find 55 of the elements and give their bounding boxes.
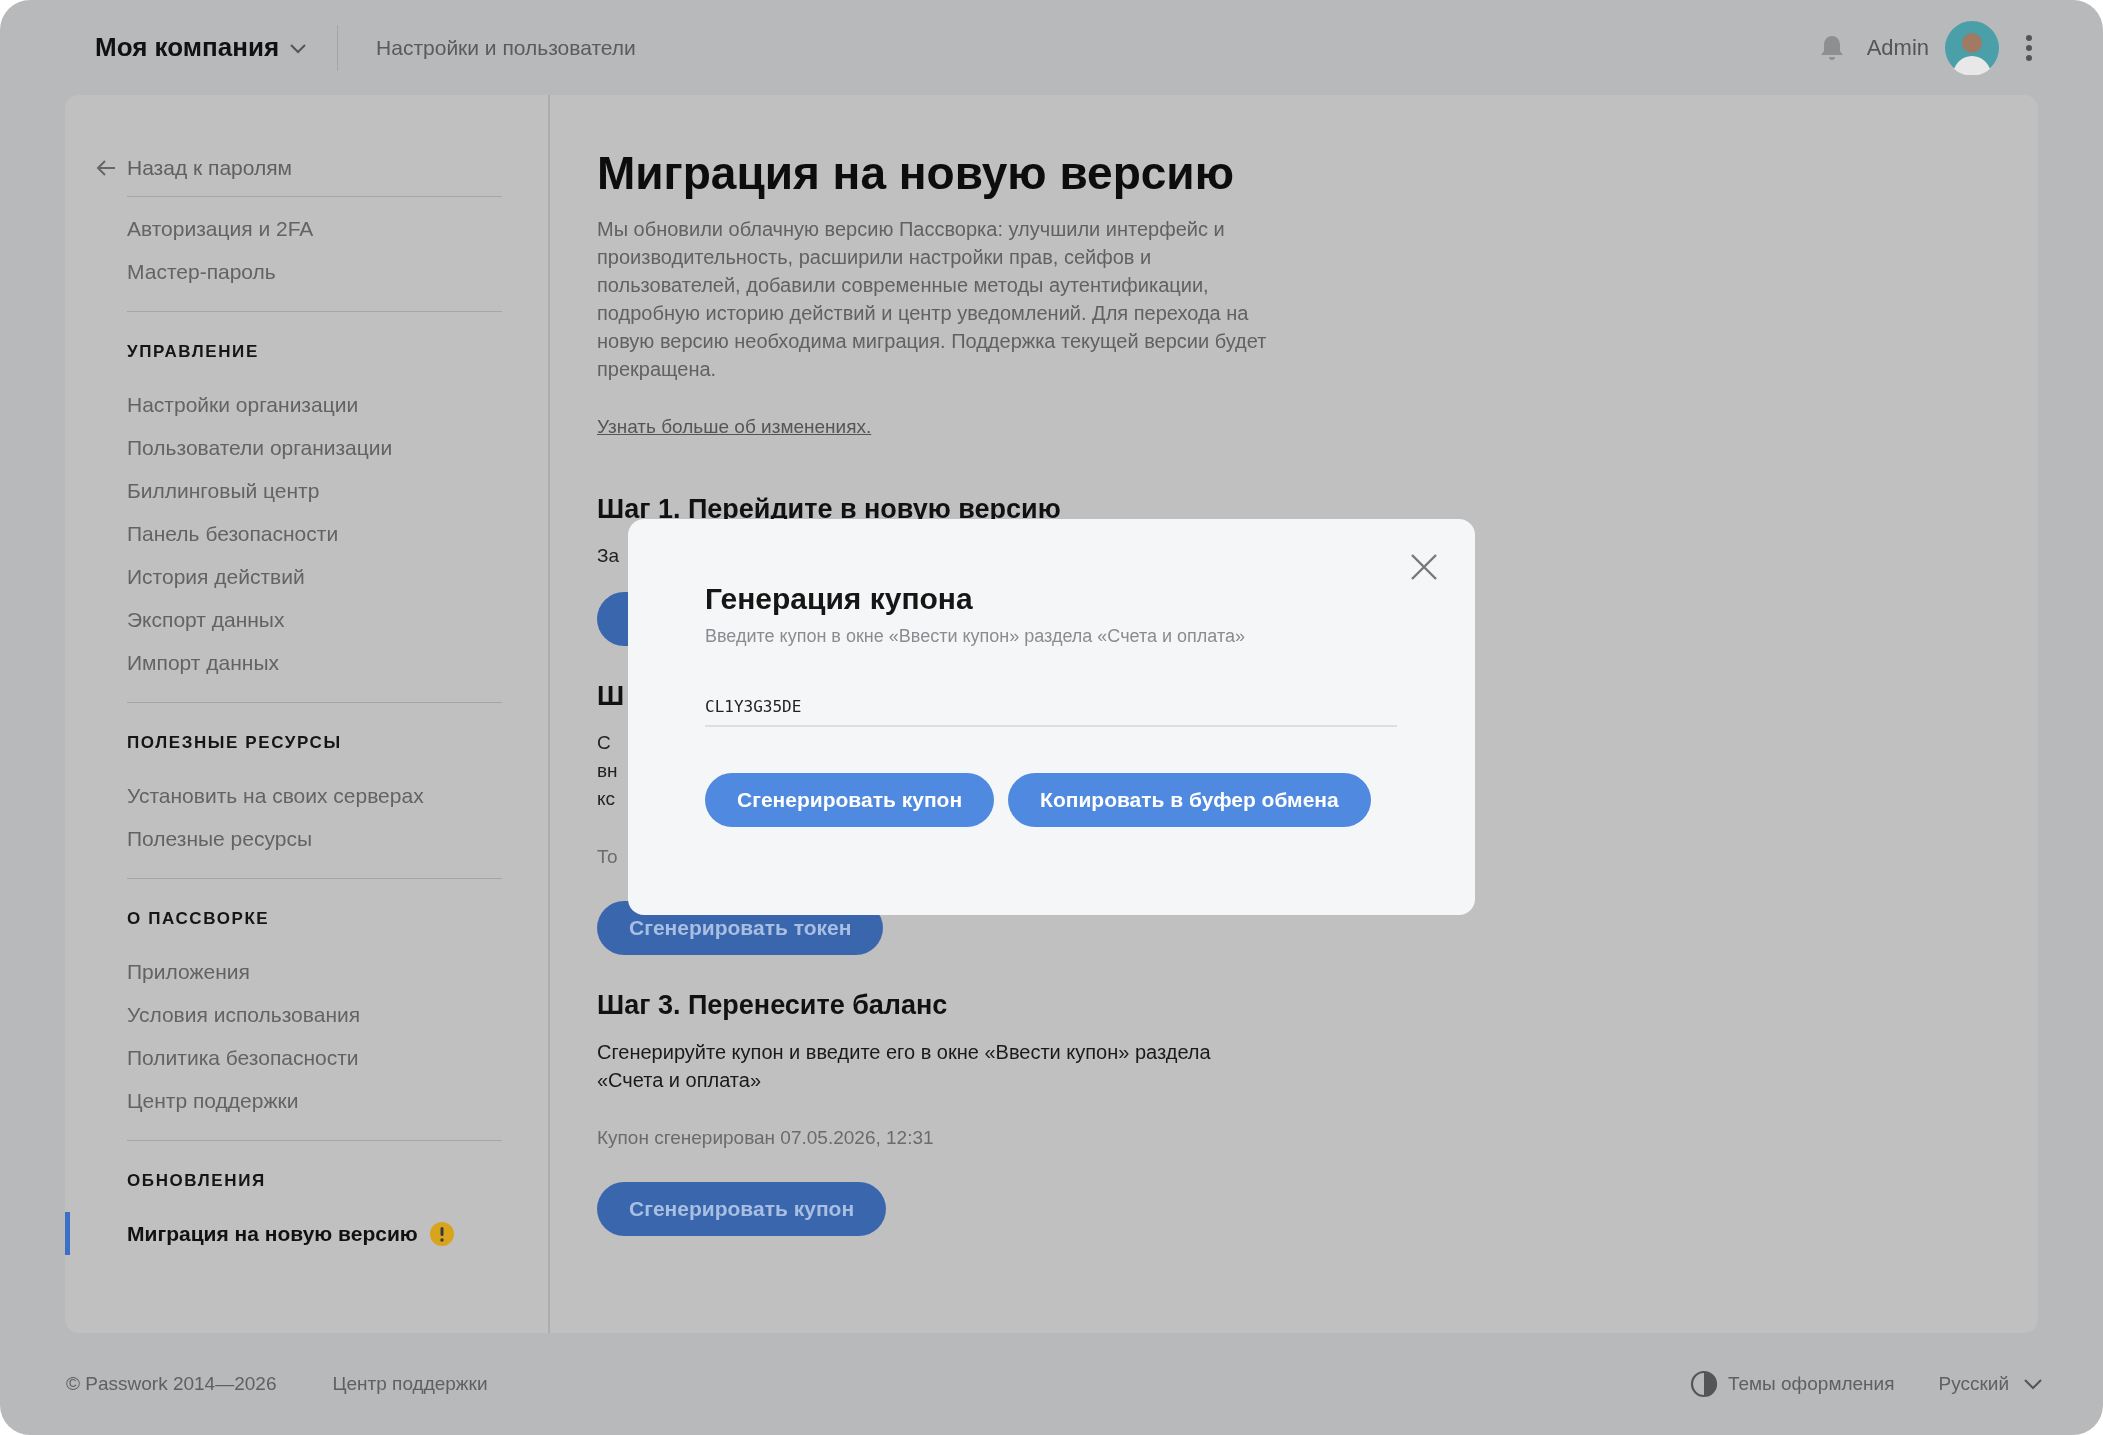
sidebar-item[interactable]: Центр поддержки [127,1079,502,1122]
text-fragment: С [597,731,611,755]
sidebar-item[interactable]: Импорт данных [127,641,502,684]
avatar[interactable] [1945,20,1999,75]
sidebar-item[interactable]: Мастер-пароль [127,250,502,293]
status-text: То [597,845,618,869]
chevron-down-icon [2023,1378,2043,1390]
sidebar-item[interactable]: Условия использования [127,993,502,1036]
active-indicator [65,1212,70,1255]
company-switcher[interactable]: Моя компания [95,32,308,63]
sidebar-item[interactable]: Полезные ресурсы [127,817,502,860]
step-heading: Шаг 3. Перенесите баланс [597,989,948,1022]
step-text: Сгенерируйте купон и введите его в окне «Ввести купон» раздела «Счета и оплата» [597,1040,1212,1093]
action-button[interactable]: Сгенерировать купон [597,1182,887,1236]
text-fragment: вн [597,759,618,783]
back-link[interactable]: Назад к паролям [95,148,548,188]
copyright-text: © Passwork 2014—2026 [66,1373,277,1395]
close-icon[interactable] [1409,552,1439,582]
section-heading: УПРАВЛЕНИЕ [127,341,260,363]
sidebar-item[interactable]: Настройки организации [127,383,502,426]
sidebar-item[interactable]: Политика безопасности [127,1036,502,1079]
section-heading: ОБНОВЛЕНИЯ [127,1170,267,1192]
sidebar-item[interactable]: Пользователи организации [127,426,502,469]
sidebar-item[interactable]: Биллинговый центр [127,469,502,512]
section-title: Настройки и пользователи [376,35,636,60]
language-select[interactable]: Русский [1938,1373,2043,1395]
user-name[interactable]: Admin [1866,34,1929,61]
support-link[interactable]: Центр поддержки [332,1373,488,1395]
sidebar-item[interactable]: Экспорт данных [127,598,502,641]
intro-text: Мы обновили облачную версию Пассворка: улучшили интерфейс и производительность, расширили настройки прав, сейфов и пользователей, добавили современные методы аутентификации, подробную историю действий и центр уведомлений. Для перехода на новую версию необходима миграция. Поддержка текущей версии будет прекращена. [597,217,1268,382]
contrast-icon [1689,1370,1718,1398]
section-heading: ПОЛЕЗНЫЕ РЕСУРСЫ [127,732,343,754]
sidebar-item[interactable]: Авторизация и 2FA [127,207,502,250]
sidebar-item[interactable]: Установить на своих серверах [127,774,502,817]
coupon-field[interactable]: CL1Y3G35DE [705,687,1397,727]
sidebar-item[interactable]: Панель безопасности [127,512,502,555]
dialog-button[interactable]: Копировать в буфер обмена [1008,773,1371,827]
chevron-down-icon [289,41,308,54]
status-text: Купон сгенерирован 07.05.2026, 12:31 [597,1126,934,1150]
dialog-title: Генерация купона [705,581,974,617]
section-heading: О ПАССВОРКЕ [127,908,271,930]
page-title: Миграция на новую версию [597,146,1234,201]
more-icon[interactable] [2025,33,2033,62]
sidebar-item[interactable]: Миграция на новую версию [127,1212,502,1255]
themes-link[interactable]: Темы оформления [1727,1373,1895,1395]
dialog-button[interactable]: Сгенерировать купон [705,773,995,827]
text-fragment: кс [597,787,616,811]
step-heading: Шаг 1. Перейдите в новую версию [597,493,1061,526]
arrow-left-icon [95,159,117,177]
dialog-subtitle: Введите купон в окне «Ввести купон» раздела «Счета и оплата» [705,625,1246,648]
text-fragment: За [597,544,620,568]
step-heading: Ш [597,680,625,713]
sidebar-item[interactable]: История действий [127,555,502,598]
learn-more-link[interactable]: Узнать больше об изменениях. [597,413,872,441]
sidebar-item[interactable]: Приложения [127,950,502,993]
